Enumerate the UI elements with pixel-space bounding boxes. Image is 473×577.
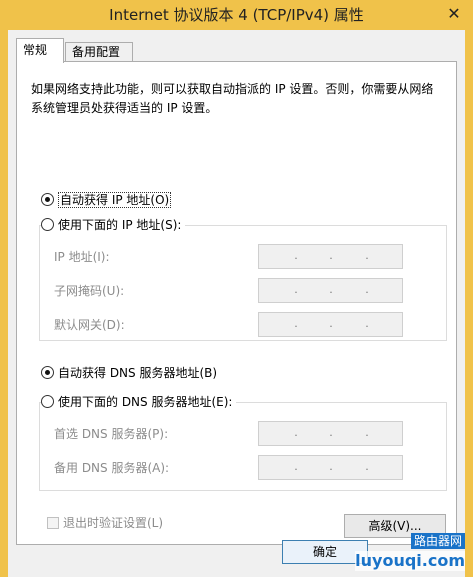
auto-ip-radio-indicator[interactable] <box>41 193 54 206</box>
auto-dns-radio[interactable]: 自动获得 DNS 服务器地址(B) <box>41 364 222 382</box>
manual-dns-radio-indicator[interactable] <box>41 395 54 408</box>
tab-general-label: 常规 <box>23 43 48 57</box>
ip-dot: . <box>294 460 298 473</box>
ip-dot: . <box>294 426 298 439</box>
window-title: Internet 协议版本 4 (TCP/IPv4) 属性 <box>109 6 364 24</box>
ip-dot: . <box>365 460 369 473</box>
validate-on-exit-box[interactable] <box>47 517 59 529</box>
auto-ip-label: 自动获得 IP 地址(O) <box>58 192 172 208</box>
manual-ip-radio-indicator[interactable] <box>41 218 54 231</box>
ip-dot: . <box>329 249 333 262</box>
subnet-mask-label: 子网掩码(U): <box>54 284 125 298</box>
auto-ip-radio[interactable]: 自动获得 IP 地址(O) <box>41 191 176 209</box>
ip-dot: . <box>329 317 333 330</box>
auto-dns-radio-indicator[interactable] <box>41 366 54 379</box>
ip-dot: . <box>294 317 298 330</box>
close-icon[interactable]: ✕ <box>441 3 467 25</box>
default-gateway-label: 默认网关(D): <box>54 318 125 332</box>
validate-on-exit-checkbox[interactable]: 退出时验证设置(L) <box>47 514 163 532</box>
default-gateway-field[interactable]: . . . <box>258 312 403 337</box>
ip-address-label: IP 地址(I): <box>54 250 110 264</box>
title-bar[interactable]: Internet 协议版本 4 (TCP/IPv4) 属性 ✕ <box>0 0 473 30</box>
dialog-window: Internet 协议版本 4 (TCP/IPv4) 属性 ✕ 常规 备用配置 … <box>0 0 473 577</box>
dns-groupbox: 首选 DNS 服务器(P): . . . 备用 DNS 服务器(A): . . … <box>39 402 447 491</box>
ip-dot: . <box>365 283 369 296</box>
watermark-line2: luyouqi.com <box>355 551 465 571</box>
ip-dot: . <box>329 460 333 473</box>
ip-dot: . <box>365 249 369 262</box>
ip-dot: . <box>329 283 333 296</box>
ip-dot: . <box>294 283 298 296</box>
intro-text: 如果网络支持此功能，则可以获取自动指派的 IP 设置。否则，你需要从网络系统管理… <box>31 82 434 115</box>
preferred-dns-field[interactable]: . . . <box>258 421 403 446</box>
alternate-dns-label: 备用 DNS 服务器(A): <box>54 461 170 475</box>
manual-dns-label: 使用下面的 DNS 服务器地址(E): <box>58 395 233 409</box>
manual-ip-radio[interactable]: 使用下面的 IP 地址(S): <box>41 216 186 234</box>
ip-address-field[interactable]: . . . <box>258 244 403 269</box>
ip-dot: . <box>329 426 333 439</box>
ip-dot: . <box>365 426 369 439</box>
tab-alternate-config-label: 备用配置 <box>72 45 121 59</box>
general-tab-panel: 如果网络支持此功能，则可以获取自动指派的 IP 设置。否则，你需要从网络系统管理… <box>16 61 457 545</box>
watermark: 路由器网 luyouqi.com <box>343 527 473 577</box>
dialog-client: 常规 备用配置 如果网络支持此功能，则可以获取自动指派的 IP 设置。否则，你需… <box>8 30 465 577</box>
tab-alternate-config[interactable]: 备用配置 <box>65 42 133 62</box>
ip-dot: . <box>294 249 298 262</box>
ip-groupbox: IP 地址(I): . . . 子网掩码(U): . . . 默认网关(D): … <box>39 225 447 341</box>
manual-ip-label: 使用下面的 IP 地址(S): <box>58 218 182 232</box>
preferred-dns-label: 首选 DNS 服务器(P): <box>54 427 169 441</box>
validate-on-exit-label: 退出时验证设置(L) <box>63 516 164 530</box>
alternate-dns-field[interactable]: . . . <box>258 455 403 480</box>
manual-dns-radio[interactable]: 使用下面的 DNS 服务器地址(E): <box>41 393 237 411</box>
subnet-mask-field[interactable]: . . . <box>258 278 403 303</box>
ip-dot: . <box>365 317 369 330</box>
watermark-line1: 路由器网 <box>410 533 465 549</box>
tab-general[interactable]: 常规 <box>16 38 64 63</box>
auto-dns-label: 自动获得 DNS 服务器地址(B) <box>58 366 218 380</box>
